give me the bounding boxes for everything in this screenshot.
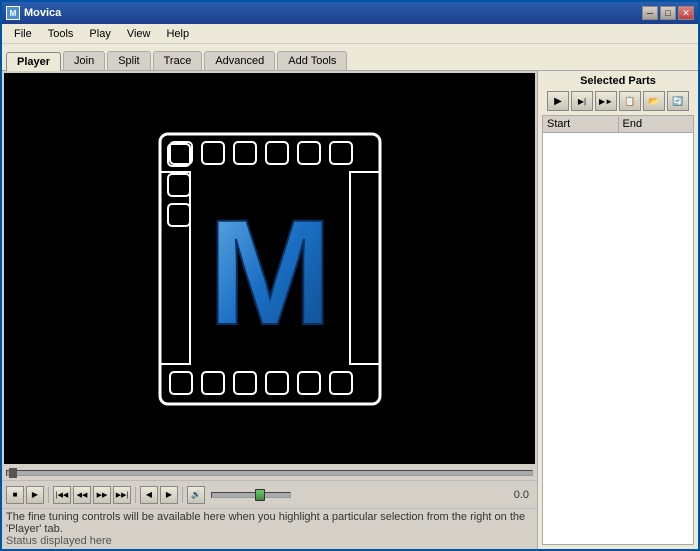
minimize-button[interactable]: ─	[642, 6, 658, 20]
svg-text:M: M	[207, 188, 332, 356]
step-forward-button[interactable]: ▶▶	[93, 486, 111, 504]
parts-play-btn[interactable]: ▶	[547, 91, 569, 111]
player-area: M ■ ▶ |◀◀ ◀◀ ▶▶ ▶▶| ◀ ▶	[2, 71, 538, 549]
seekbar-area[interactable]	[2, 466, 537, 480]
stop-button[interactable]: ■	[6, 486, 24, 504]
titlebar-left: M Movica	[6, 6, 61, 20]
parts-play2-btn[interactable]: ▶|	[571, 91, 593, 111]
tab-trace[interactable]: Trace	[153, 51, 203, 70]
video-canvas: M	[4, 73, 535, 464]
parts-body	[542, 133, 694, 545]
main-content: M ■ ▶ |◀◀ ◀◀ ▶▶ ▶▶| ◀ ▶	[2, 70, 698, 549]
separator-3	[182, 487, 183, 503]
separator-1	[48, 487, 49, 503]
seekbar-track[interactable]	[6, 470, 533, 476]
status-area: The fine tuning controls will be availab…	[2, 508, 537, 549]
app-window: M Movica ─ □ ✕ File Tools Play View Help…	[0, 0, 700, 551]
parts-refresh-btn[interactable]: 🔄	[667, 91, 689, 111]
app-icon: M	[6, 6, 20, 20]
tab-split[interactable]: Split	[107, 51, 150, 70]
film-logo: M	[130, 114, 410, 424]
volume-icon[interactable]: 🔊	[187, 486, 205, 504]
maximize-button[interactable]: □	[660, 6, 676, 20]
separator-2	[135, 487, 136, 503]
tab-player[interactable]: Player	[6, 52, 61, 71]
menu-play[interactable]: Play	[81, 26, 118, 42]
skip-start-button[interactable]: |◀◀	[53, 486, 71, 504]
tab-addtools[interactable]: Add Tools	[277, 51, 347, 70]
tab-join[interactable]: Join	[63, 51, 105, 70]
skip-end-button[interactable]: ▶▶|	[113, 486, 131, 504]
menu-file[interactable]: File	[6, 26, 40, 42]
parts-next-btn[interactable]: ▶►	[595, 91, 617, 111]
parts-toolbar: ▶ ▶| ▶► 📋 📂 🔄	[542, 91, 694, 111]
window-title: Movica	[24, 7, 61, 19]
titlebar-buttons: ─ □ ✕	[642, 6, 694, 20]
menu-help[interactable]: Help	[158, 26, 197, 42]
menubar: File Tools Play View Help	[2, 24, 698, 44]
status-line1: The fine tuning controls will be availab…	[6, 511, 533, 535]
volume-slider[interactable]	[211, 492, 291, 498]
titlebar: M Movica ─ □ ✕	[2, 2, 698, 24]
volume-thumb[interactable]	[255, 489, 265, 501]
parts-table-header: Start End	[542, 115, 694, 133]
parts-open-btn[interactable]: 📂	[643, 91, 665, 111]
step-back-button[interactable]: ◀◀	[73, 486, 91, 504]
controls-area: ■ ▶ |◀◀ ◀◀ ▶▶ ▶▶| ◀ ▶ 🔊 0.0	[2, 480, 537, 508]
seekbar-thumb[interactable]	[9, 468, 17, 478]
tabs-bar: Player Join Split Trace Advanced Add Too…	[2, 44, 698, 70]
selected-parts-title: Selected Parts	[542, 75, 694, 87]
tab-advanced[interactable]: Advanced	[204, 51, 275, 70]
menu-view[interactable]: View	[119, 26, 159, 42]
play-button[interactable]: ▶	[26, 486, 44, 504]
status-line2: Status displayed here	[6, 535, 533, 547]
right-panel: Selected Parts ▶ ▶| ▶► 📋 📂 🔄 Start End	[538, 71, 698, 549]
prev-frame-button[interactable]: ◀	[140, 486, 158, 504]
menu-tools[interactable]: Tools	[40, 26, 82, 42]
close-button[interactable]: ✕	[678, 6, 694, 20]
parts-copy-btn[interactable]: 📋	[619, 91, 641, 111]
col-start: Start	[543, 116, 619, 132]
col-end: End	[619, 116, 694, 132]
time-display: 0.0	[514, 489, 533, 501]
next-frame-button[interactable]: ▶	[160, 486, 178, 504]
